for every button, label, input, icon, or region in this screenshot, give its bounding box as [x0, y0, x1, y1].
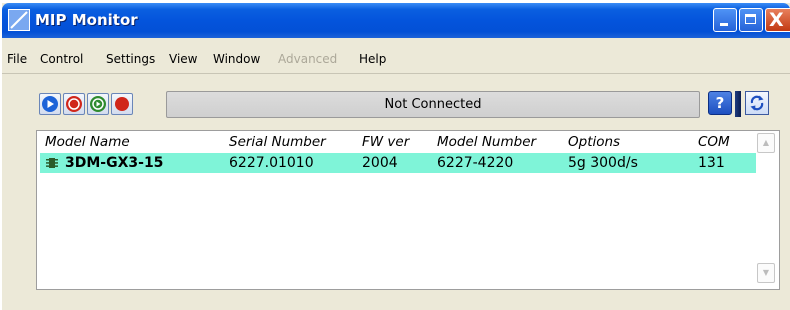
minimize-button[interactable]: [713, 8, 737, 32]
connection-status: Not Connected: [166, 91, 700, 118]
refresh-button[interactable]: [745, 91, 769, 115]
record-stream-icon: [90, 96, 106, 112]
title-bar[interactable]: MIP Monitor X: [2, 3, 790, 38]
menu-file[interactable]: File: [7, 52, 27, 66]
close-button[interactable]: X: [765, 8, 790, 32]
menu-settings[interactable]: Settings: [106, 52, 155, 66]
menu-window[interactable]: Window: [213, 52, 260, 66]
close-icon: X: [769, 9, 784, 31]
menu-divider: [2, 73, 790, 74]
menu-control[interactable]: Control: [40, 52, 83, 66]
column-header-model-name[interactable]: Model Name: [45, 134, 130, 150]
scroll-up-button[interactable]: ▲: [757, 133, 775, 153]
mip-monitor-window: MIP Monitor X File Control Settings View…: [2, 3, 790, 310]
maximize-icon: [745, 14, 756, 24]
cell-serial-number: 6227.01010: [229, 155, 314, 171]
menu-advanced[interactable]: Advanced: [278, 52, 337, 66]
vertical-scrollbar[interactable]: ▲ ▼: [757, 133, 777, 285]
play-button[interactable]: [39, 93, 61, 115]
menu-bar: File Control Settings View Window Advanc…: [2, 49, 790, 71]
record-button[interactable]: [111, 93, 133, 115]
record-icon: [115, 97, 129, 111]
refresh-icon: [750, 95, 764, 111]
cell-com: 131: [698, 155, 725, 171]
menu-help[interactable]: Help: [359, 52, 386, 66]
device-chip-icon: [46, 158, 58, 168]
maximize-button[interactable]: [739, 8, 763, 32]
stop-icon: [66, 96, 82, 112]
column-header-com[interactable]: COM: [698, 134, 730, 150]
column-header-model-number[interactable]: Model Number: [437, 134, 536, 150]
column-header-fw-ver[interactable]: FW ver: [362, 134, 409, 150]
minimize-icon: [720, 23, 728, 26]
scroll-down-button[interactable]: ▼: [757, 263, 775, 283]
cell-options: 5g 300d/s: [568, 155, 638, 171]
column-header-serial-number[interactable]: Serial Number: [229, 134, 326, 150]
help-button[interactable]: ?: [708, 91, 732, 115]
play-icon: [42, 96, 58, 112]
record-stream-button[interactable]: [87, 93, 109, 115]
cell-model-name: 3DM-GX3-15: [65, 155, 164, 171]
cell-fw-ver: 2004: [362, 155, 398, 171]
menu-view[interactable]: View: [169, 52, 197, 66]
toolbar-divider: [735, 91, 741, 117]
column-header-options[interactable]: Options: [568, 134, 620, 150]
stop-button[interactable]: [63, 93, 85, 115]
cell-model-number: 6227-4220: [437, 155, 514, 171]
window-title: MIP Monitor: [35, 11, 138, 29]
scroll-down-arrow-icon: ▼: [762, 268, 770, 277]
mip-monitor-app-icon: [8, 9, 30, 31]
scroll-up-arrow-icon: ▲: [762, 138, 770, 147]
